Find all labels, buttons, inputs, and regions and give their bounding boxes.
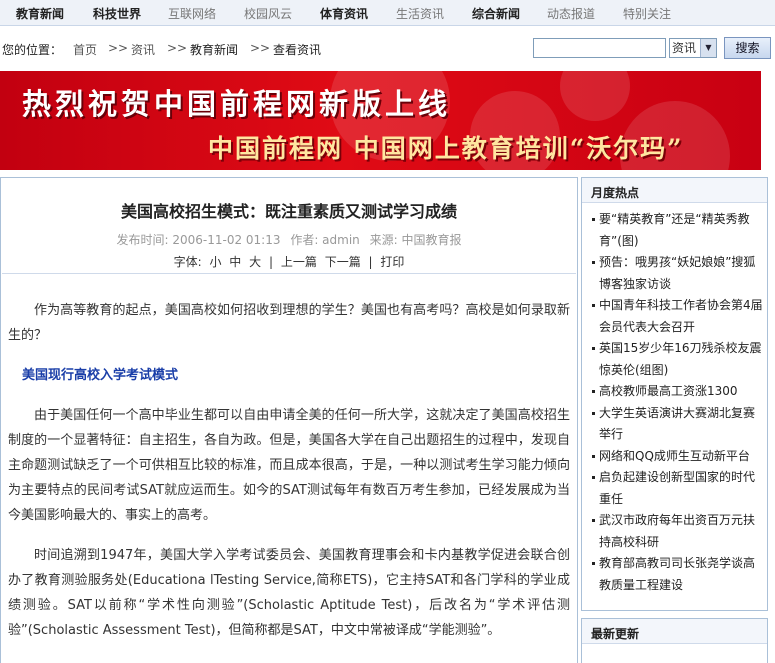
font-large-link[interactable]: 大	[249, 255, 261, 269]
prev-article-link[interactable]: 上一篇	[281, 255, 317, 269]
nav-item-life[interactable]: 生活资讯	[396, 5, 444, 22]
latest-updates-box: 最新更新	[581, 618, 768, 663]
list-item[interactable]: 教育部高教司司长张尧学谈高教质量工程建设	[592, 553, 763, 596]
publish-time: 发布时间: 2006-11-02 01:13	[116, 233, 281, 247]
article-intro: 作为高等教育的起点，美国高校如何招收到理想的学生？美国也有高考吗？高校是如何录取…	[8, 303, 570, 343]
monthly-hot-title: 月度热点	[582, 178, 767, 203]
nav-item-dynamic-reports[interactable]: 动态报道	[547, 5, 595, 22]
next-article-link[interactable]: 下一篇	[325, 255, 361, 269]
font-size-label: 字体:	[173, 255, 202, 269]
breadcrumb-separator: >>	[250, 41, 271, 55]
nav-item-education-news[interactable]: 教育新闻	[16, 5, 64, 22]
search-category-select[interactable]: 资讯 ▼	[669, 38, 717, 58]
breadcrumb-current: 查看资讯	[273, 43, 322, 57]
list-item[interactable]: 英国15岁少年16刀残杀校友震惊英伦(组图)	[592, 338, 763, 381]
font-medium-link[interactable]: 中	[229, 255, 241, 269]
location-bar: 您的位置： 首页 >> 资讯 >> 教育新闻 >> 查看资讯 资讯 ▼ 搜索	[0, 36, 775, 62]
tools-separator: |	[268, 255, 274, 269]
monthly-hot-box: 月度热点 要“精英教育”还是“精英秀教育”(图) 预告：哦男孩“妖妃娘娘”搜狐博…	[581, 177, 768, 611]
list-item[interactable]: 大学生英语演讲大赛湖北复赛举行	[592, 403, 763, 446]
nav-item-sports[interactable]: 体育资讯	[320, 5, 368, 22]
nav-item-campus[interactable]: 校园风云	[244, 5, 292, 22]
list-item[interactable]: 启负起建设创新型国家的时代重任	[592, 467, 763, 510]
search-button[interactable]: 搜索	[724, 37, 771, 59]
location-label: 您的位置：	[2, 43, 63, 57]
print-link[interactable]: 打印	[380, 255, 404, 269]
article-tools: 字体: 小 中 大 | 上一篇 下一篇 | 打印	[1, 253, 577, 270]
source: 来源: 中国教育报	[369, 233, 462, 247]
promo-banner[interactable]: 热烈祝贺中国前程网新版上线 中国前程网 中国网上教育培训“沃尔玛”	[0, 71, 761, 170]
chevron-down-icon[interactable]: ▼	[700, 39, 716, 57]
section-heading: 美国现行高校入学考试模式	[22, 368, 179, 383]
article-body: 作为高等教育的起点，美国高校如何招收到理想的学生？美国也有高考吗？高校是如何录取…	[8, 298, 570, 658]
divider	[2, 273, 576, 274]
nav-item-internet[interactable]: 互联网络	[168, 5, 216, 22]
article-paragraph: 时间追溯到1947年，美国大学入学考试委员会、美国教育理事会和卡内基教学促进会联…	[8, 548, 570, 638]
list-item[interactable]: 网络和QQ成师生互动新平台	[592, 446, 763, 468]
article-panel: 美国高校招生模式：既注重素质又测试学习成绩 发布时间: 2006-11-02 0…	[0, 177, 578, 663]
article-meta: 发布时间: 2006-11-02 01:13 作者: admin 来源: 中国教…	[1, 231, 577, 248]
author: 作者: admin	[290, 233, 360, 247]
breadcrumb-education-news[interactable]: 教育新闻	[190, 41, 238, 58]
banner-subtitle: 中国前程网 中国网上教育培训“沃尔玛”	[208, 134, 684, 163]
breadcrumb-home[interactable]: 首页	[73, 41, 97, 58]
banner-title: 热烈祝贺中国前程网新版上线	[22, 87, 452, 121]
list-item[interactable]: 中国青年科技工作者协会第4届会员代表大会召开	[592, 295, 763, 338]
breadcrumb-separator: >>	[108, 41, 129, 55]
breadcrumb-news[interactable]: 资讯	[131, 41, 155, 58]
tools-separator: |	[368, 255, 373, 269]
font-small-link[interactable]: 小	[209, 255, 221, 269]
nav-item-special-focus[interactable]: 特别关注	[623, 5, 671, 22]
search-input[interactable]	[533, 38, 666, 58]
search-category-value: 资讯	[672, 41, 697, 55]
list-item[interactable]: 预告：哦男孩“妖妃娘娘”搜狐博客独家访谈	[592, 252, 763, 295]
article-title: 美国高校招生模式：既注重素质又测试学习成绩	[120, 202, 457, 221]
list-item[interactable]: 要“精英教育”还是“精英秀教育”(图)	[592, 209, 763, 252]
top-nav: 教育新闻 科技世界 互联网络 校园风云 体育资讯 生活资讯 综合新闻 动态报道 …	[0, 0, 775, 26]
monthly-hot-list: 要“精英教育”还是“精英秀教育”(图) 预告：哦男孩“妖妃娘娘”搜狐博客独家访谈…	[582, 203, 767, 596]
breadcrumb-separator: >>	[167, 41, 188, 55]
article-paragraph: 由于美国任何一个高中毕业生都可以自由申请全美的任何一所大学，这就决定了美国高校招…	[8, 408, 570, 523]
latest-updates-title: 最新更新	[582, 619, 767, 644]
list-item[interactable]: 高校教师最高工资涨1300	[592, 381, 763, 403]
nav-item-general-news[interactable]: 综合新闻	[472, 5, 520, 22]
list-item[interactable]: 武汉市政府每年出资百万元扶持高校科研	[592, 510, 763, 553]
nav-item-tech-world[interactable]: 科技世界	[93, 5, 141, 22]
